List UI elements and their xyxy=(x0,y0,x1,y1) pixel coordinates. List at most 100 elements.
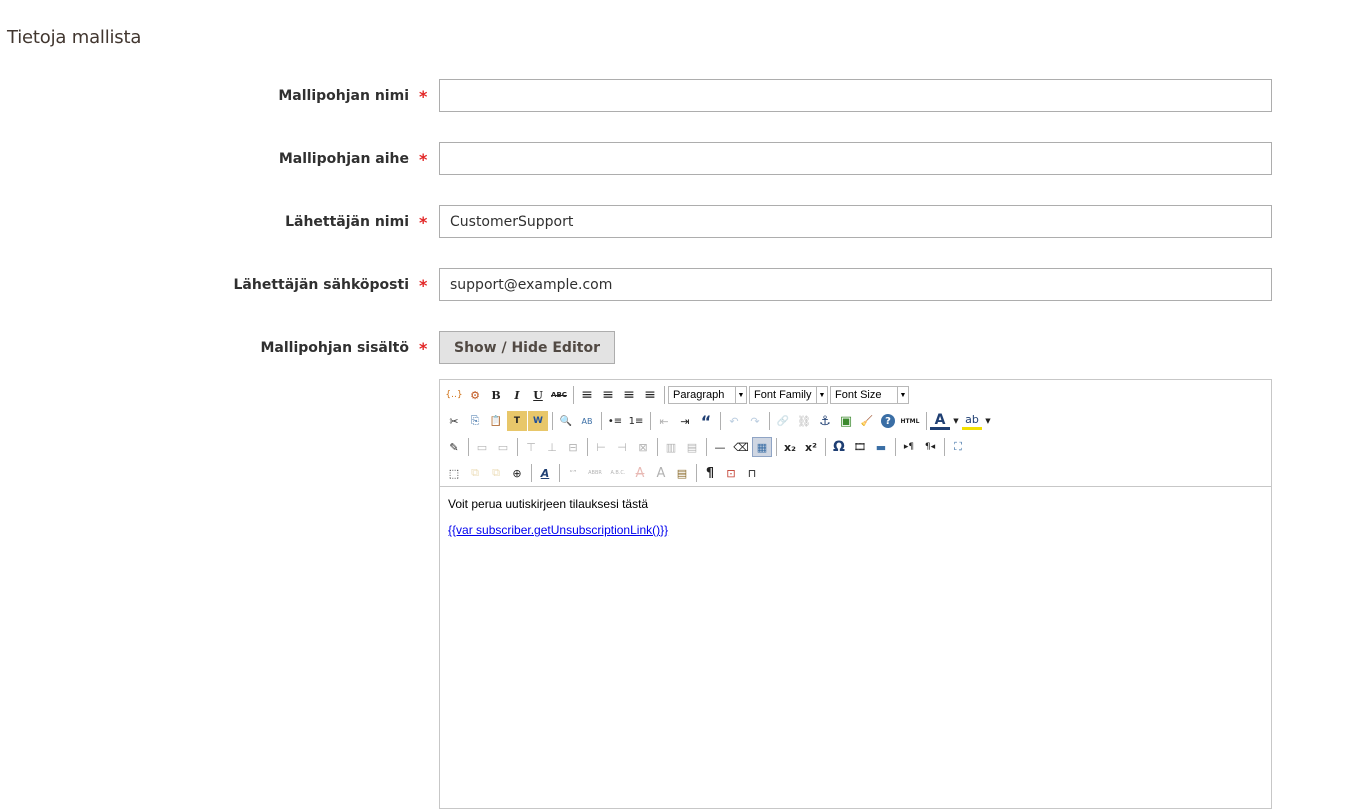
split-cells-icon[interactable]: ▥ xyxy=(661,437,681,457)
help-icon[interactable]: ? xyxy=(881,414,895,428)
toolbar-separator xyxy=(650,412,651,430)
toolbar-separator xyxy=(517,438,518,456)
insert-row-before-icon[interactable]: ⊤ xyxy=(521,437,541,457)
bold-icon[interactable]: B xyxy=(486,385,506,405)
replace-icon[interactable]: AB xyxy=(577,411,597,431)
cleanup-icon[interactable]: 🧹 xyxy=(857,411,877,431)
horizontal-rule-icon[interactable]: — xyxy=(710,437,730,457)
superscript-icon[interactable]: x² xyxy=(801,437,821,457)
redo-icon[interactable]: ↷ xyxy=(745,411,765,431)
strikethrough-icon[interactable]: ABC xyxy=(549,385,569,405)
right-to-left-icon[interactable]: ¶◂ xyxy=(920,437,940,457)
field-sender-email: Lähettäjän sähköposti * xyxy=(0,268,1354,302)
paste-icon[interactable]: 📋 xyxy=(486,411,506,431)
media-icon[interactable]: 🎞 xyxy=(850,437,870,457)
abbreviation-icon[interactable]: ABBR xyxy=(584,463,606,483)
unlink-icon[interactable]: ⛓ xyxy=(794,411,814,431)
outdent-icon[interactable]: ⇤ xyxy=(654,411,674,431)
delete-row-icon[interactable]: ⊟ xyxy=(563,437,583,457)
font-size-select[interactable]: Font Size ▼ xyxy=(830,386,909,404)
visual-characters-icon[interactable]: ⊡ xyxy=(721,463,741,483)
toolbar-separator xyxy=(587,438,588,456)
align-right-icon[interactable]: ≡ xyxy=(619,385,639,405)
underline-icon[interactable]: U xyxy=(528,385,548,405)
template-subject-input[interactable] xyxy=(439,142,1272,175)
attributes-icon[interactable]: ▤ xyxy=(672,463,692,483)
background-color-dropdown-icon[interactable]: ▼ xyxy=(983,411,993,431)
align-center-icon[interactable]: ≡ xyxy=(598,385,618,405)
insert-layer-icon[interactable]: ⬚ xyxy=(444,463,464,483)
move-backward-icon[interactable]: ⧉ xyxy=(486,463,506,483)
template-subject-label: Mallipohjan aihe xyxy=(278,151,409,167)
numbered-list-icon[interactable]: 1≡ xyxy=(626,411,646,431)
acronym-icon[interactable]: A.B.C. xyxy=(607,463,629,483)
indent-icon[interactable]: ⇥ xyxy=(675,411,695,431)
copy-icon[interactable]: ⎘ xyxy=(465,411,485,431)
row-properties-icon[interactable]: ▭ xyxy=(472,437,492,457)
blockquote-icon[interactable]: “ xyxy=(696,411,716,431)
sender-email-label: Lähettäjän sähköposti xyxy=(233,277,409,293)
html-source-icon[interactable]: HTML xyxy=(898,411,922,431)
align-left-icon[interactable]: ≡ xyxy=(577,385,597,405)
cite-icon[interactable]: “” xyxy=(563,463,583,483)
align-justify-icon[interactable]: ≡ xyxy=(640,385,660,405)
text-color-dropdown-icon[interactable]: ▼ xyxy=(951,411,961,431)
format-select-value: Paragraph xyxy=(673,389,725,401)
insert-column-before-icon[interactable]: ⊢ xyxy=(591,437,611,457)
delete-column-icon[interactable]: ⊠ xyxy=(633,437,653,457)
paste-text-icon[interactable]: T xyxy=(507,411,527,431)
toolbar-separator xyxy=(531,464,532,482)
toolbar-separator xyxy=(769,412,770,430)
editor-content-area[interactable]: Voit perua uutiskirjeen tilauksesi tästä… xyxy=(440,487,1271,559)
advanced-hr-icon[interactable]: ▬ xyxy=(871,437,891,457)
required-asterisk: * xyxy=(419,276,428,295)
insert-variable-icon[interactable]: {..} xyxy=(444,385,464,405)
link-icon[interactable]: 🔗 xyxy=(773,411,793,431)
toolbar-row-3: ✎ ▭ ▭ ⊤ ⊥ ⊟ ⊢ ⊣ ⊠ ▥ ▤ — ⌫ ▦ x₂ x² Ω 🎞 ▬ xyxy=(444,435,969,459)
format-select[interactable]: Paragraph ▼ xyxy=(668,386,747,404)
sender-name-input[interactable] xyxy=(439,205,1272,238)
styles-icon[interactable]: A xyxy=(535,463,555,483)
insertion-icon[interactable]: A xyxy=(651,463,671,483)
remove-format-icon[interactable]: ⌫ xyxy=(731,437,751,457)
subscript-icon[interactable]: x₂ xyxy=(780,437,800,457)
italic-icon[interactable]: I xyxy=(507,385,527,405)
font-family-select[interactable]: Font Family ▼ xyxy=(749,386,828,404)
paste-word-icon[interactable]: W xyxy=(528,411,548,431)
background-color-icon[interactable]: ab xyxy=(962,412,982,430)
absolute-position-icon[interactable]: ⊕ xyxy=(507,463,527,483)
insert-widget-icon[interactable]: ⚙ xyxy=(465,385,485,405)
template-name-input[interactable] xyxy=(439,79,1272,112)
toolbar-separator xyxy=(926,412,927,430)
undo-icon[interactable]: ↶ xyxy=(724,411,744,431)
toolbar-separator xyxy=(601,412,602,430)
table-properties-icon[interactable]: ✎ xyxy=(444,437,464,457)
section-title: Tietoja mallista xyxy=(7,27,142,48)
toolbar-separator xyxy=(468,438,469,456)
merge-cells-icon[interactable]: ▤ xyxy=(682,437,702,457)
text-color-icon[interactable]: A xyxy=(930,412,950,430)
insert-row-after-icon[interactable]: ⊥ xyxy=(542,437,562,457)
required-asterisk: * xyxy=(419,213,428,232)
field-template-subject: Mallipohjan aihe * xyxy=(0,142,1354,176)
unsubscribe-link[interactable]: {{var subscriber.getUnsubscriptionLink()… xyxy=(448,523,668,537)
font-family-select-value: Font Family xyxy=(754,389,812,401)
move-forward-icon[interactable]: ⧉ xyxy=(465,463,485,483)
special-character-icon[interactable]: Ω xyxy=(829,437,849,457)
cut-icon[interactable]: ✂ xyxy=(444,411,464,431)
left-to-right-icon[interactable]: ▸¶ xyxy=(899,437,919,457)
fullscreen-icon[interactable]: ⛶ xyxy=(948,437,968,457)
visual-aid-icon[interactable]: ▦ xyxy=(752,437,772,457)
image-icon[interactable]: ▣ xyxy=(836,411,856,431)
show-blocks-icon[interactable]: ¶ xyxy=(700,463,720,483)
anchor-icon[interactable]: ⚓ xyxy=(815,411,835,431)
bullet-list-icon[interactable]: •≡ xyxy=(605,411,625,431)
cell-properties-icon[interactable]: ▭ xyxy=(493,437,513,457)
sender-email-input[interactable] xyxy=(439,268,1272,301)
deletion-icon[interactable]: A xyxy=(630,463,650,483)
insert-column-after-icon[interactable]: ⊣ xyxy=(612,437,632,457)
find-icon[interactable]: 🔍 xyxy=(556,411,576,431)
show-hide-editor-button[interactable]: Show / Hide Editor xyxy=(439,331,615,364)
toolbar-separator xyxy=(706,438,707,456)
nonbreaking-space-icon[interactable]: ⊓ xyxy=(742,463,762,483)
